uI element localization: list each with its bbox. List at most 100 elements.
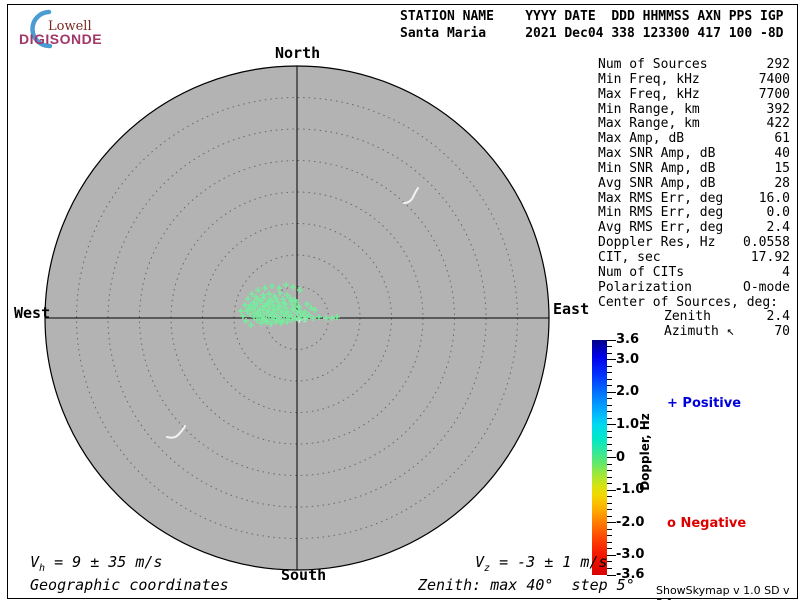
info-label: Avg RMS Err, deg	[598, 220, 723, 235]
info-label: Zenith	[664, 309, 711, 324]
coordinates-mode-label: Geographic coordinates	[30, 576, 229, 594]
colorbar-tick	[607, 457, 616, 458]
colorbar-tick-label: 3.6	[616, 332, 639, 347]
zenith-scale-note: Zenith: max 40° step 5°	[418, 576, 635, 594]
colorbar-tick-label: 2.0	[616, 384, 639, 399]
info-value: 292	[767, 57, 790, 72]
info-row: Avg RMS Err, deg2.4	[598, 220, 790, 235]
info-row: Max Range, km422	[598, 116, 790, 131]
legend-positive: + Positive	[667, 396, 741, 411]
info-value: 17.92	[751, 250, 790, 265]
colorbar-tick	[607, 411, 612, 412]
colorbar-tick	[607, 529, 612, 530]
showskymap-window: Lowell DIGISONDE STATION NAME YYYY DATE …	[0, 0, 800, 600]
logo-digisonde-text: DIGISONDE	[19, 31, 102, 47]
info-row: Zenith 2.4	[598, 309, 790, 324]
info-row: Max Amp, dB 61	[598, 131, 790, 146]
colorbar-tick	[607, 431, 612, 432]
colorbar-tick	[607, 568, 612, 569]
header-values-row: Santa Maria 2021 Dec04 338 123300 417 10…	[400, 25, 784, 42]
info-label: Doppler Res, Hz	[598, 235, 715, 250]
info-label: Avg SNR Amp, dB	[598, 176, 715, 191]
info-label: Min SNR Amp, dB	[598, 161, 715, 176]
station-header: STATION NAME YYYY DATE DDD HHMMSS AXN PP…	[400, 8, 784, 42]
info-row: Min Freq, kHz 7400	[598, 72, 790, 87]
colorbar-tick	[607, 470, 612, 471]
vz-value: = -3 ± 1 m/s	[490, 553, 607, 571]
colorbar-tick	[607, 561, 612, 562]
colorbar-tick	[607, 405, 612, 406]
colorbar-tick	[607, 490, 616, 491]
info-label: Polarization	[598, 280, 692, 295]
legend-negative: o Negative	[667, 516, 746, 531]
info-value: 61	[774, 131, 790, 146]
info-row: Max Freq, kHz 7700	[598, 87, 790, 102]
info-label: Min RMS Err, deg	[598, 205, 723, 220]
measurement-info-panel: Num of Sources292Min Freq, kHz7400Max Fr…	[598, 57, 790, 339]
colorbar-tick-label: 1.0	[616, 417, 639, 432]
info-label: Min Range, km	[598, 102, 700, 117]
colorbar-tick-label: -1.0	[616, 482, 644, 497]
info-value: 0.0558	[743, 235, 790, 250]
info-value: 70	[774, 324, 790, 339]
colorbar-tick	[607, 496, 612, 497]
horizontal-velocity-readout: Vh = 9 ± 35 m/s	[30, 553, 162, 574]
colorbar-tick	[607, 444, 612, 445]
info-row: Min RMS Err, deg0.0	[598, 205, 790, 220]
colorbar-tick	[607, 385, 612, 386]
vertical-velocity-readout: Vz = -3 ± 1 m/s	[475, 553, 607, 574]
info-label: Max Amp, dB	[598, 131, 684, 146]
info-value: 7400	[759, 72, 790, 87]
colorbar-tick	[607, 437, 612, 438]
colorbar-tick	[607, 450, 612, 451]
compass-label-west: West	[14, 304, 50, 322]
info-label: Min Freq, kHz	[598, 72, 700, 87]
doppler-colorbar	[592, 340, 607, 575]
colorbar-tick-label: -3.0	[616, 547, 644, 562]
colorbar-tick	[607, 542, 612, 543]
colorbar-tick	[607, 398, 612, 399]
info-label: Num of Sources	[598, 57, 708, 72]
colorbar-tick	[607, 379, 612, 380]
colorbar-tick-label: -2.0	[616, 515, 644, 530]
colorbar-tick	[607, 353, 612, 354]
colorbar-tick	[607, 522, 616, 523]
compass-label-south: South	[281, 566, 326, 584]
info-label: CIT, sec	[598, 250, 661, 265]
info-row: Min Range, km 392	[598, 102, 790, 117]
info-value: 28	[774, 176, 790, 191]
colorbar-tick-label: 0	[616, 450, 625, 465]
info-row: Center of Sources, deg:	[598, 295, 790, 310]
info-label: Max RMS Err, deg	[598, 191, 723, 206]
info-row: Num of Sources 292	[598, 57, 790, 72]
info-value: 422	[767, 116, 790, 131]
info-value: 2.4	[767, 309, 790, 324]
colorbar-tick	[607, 575, 616, 576]
colorbar-tick	[607, 555, 616, 556]
vh-symbol: V	[30, 553, 39, 571]
info-value: 15	[774, 161, 790, 176]
compass-label-east: East	[553, 300, 589, 318]
colorbar-tick	[607, 366, 612, 367]
info-value: 16.0	[759, 191, 790, 206]
info-value: 40	[774, 146, 790, 161]
info-label: Max Freq, kHz	[598, 87, 700, 102]
info-row: Avg SNR Amp, dB 28	[598, 176, 790, 191]
info-value: 392	[767, 102, 790, 117]
colorbar-tick	[607, 464, 612, 465]
info-row: Min SNR Amp, dB 15	[598, 161, 790, 176]
colorbar-tick	[607, 509, 612, 510]
lowell-digisonde-logo: Lowell DIGISONDE	[10, 4, 140, 48]
info-label: Num of CITs	[598, 265, 684, 280]
info-row: Max SNR Amp, dB40	[598, 146, 790, 161]
info-value: 7700	[759, 87, 790, 102]
colorbar-tick	[607, 535, 612, 536]
colorbar-tick	[607, 483, 612, 484]
colorbar-tick	[607, 503, 612, 504]
colorbar-tick	[607, 418, 612, 419]
info-row: Num of CITs4	[598, 265, 790, 280]
colorbar-tick	[607, 346, 612, 347]
colorbar-tick	[607, 424, 616, 425]
colorbar-tick	[607, 516, 612, 517]
colorbar-tick	[607, 359, 616, 360]
